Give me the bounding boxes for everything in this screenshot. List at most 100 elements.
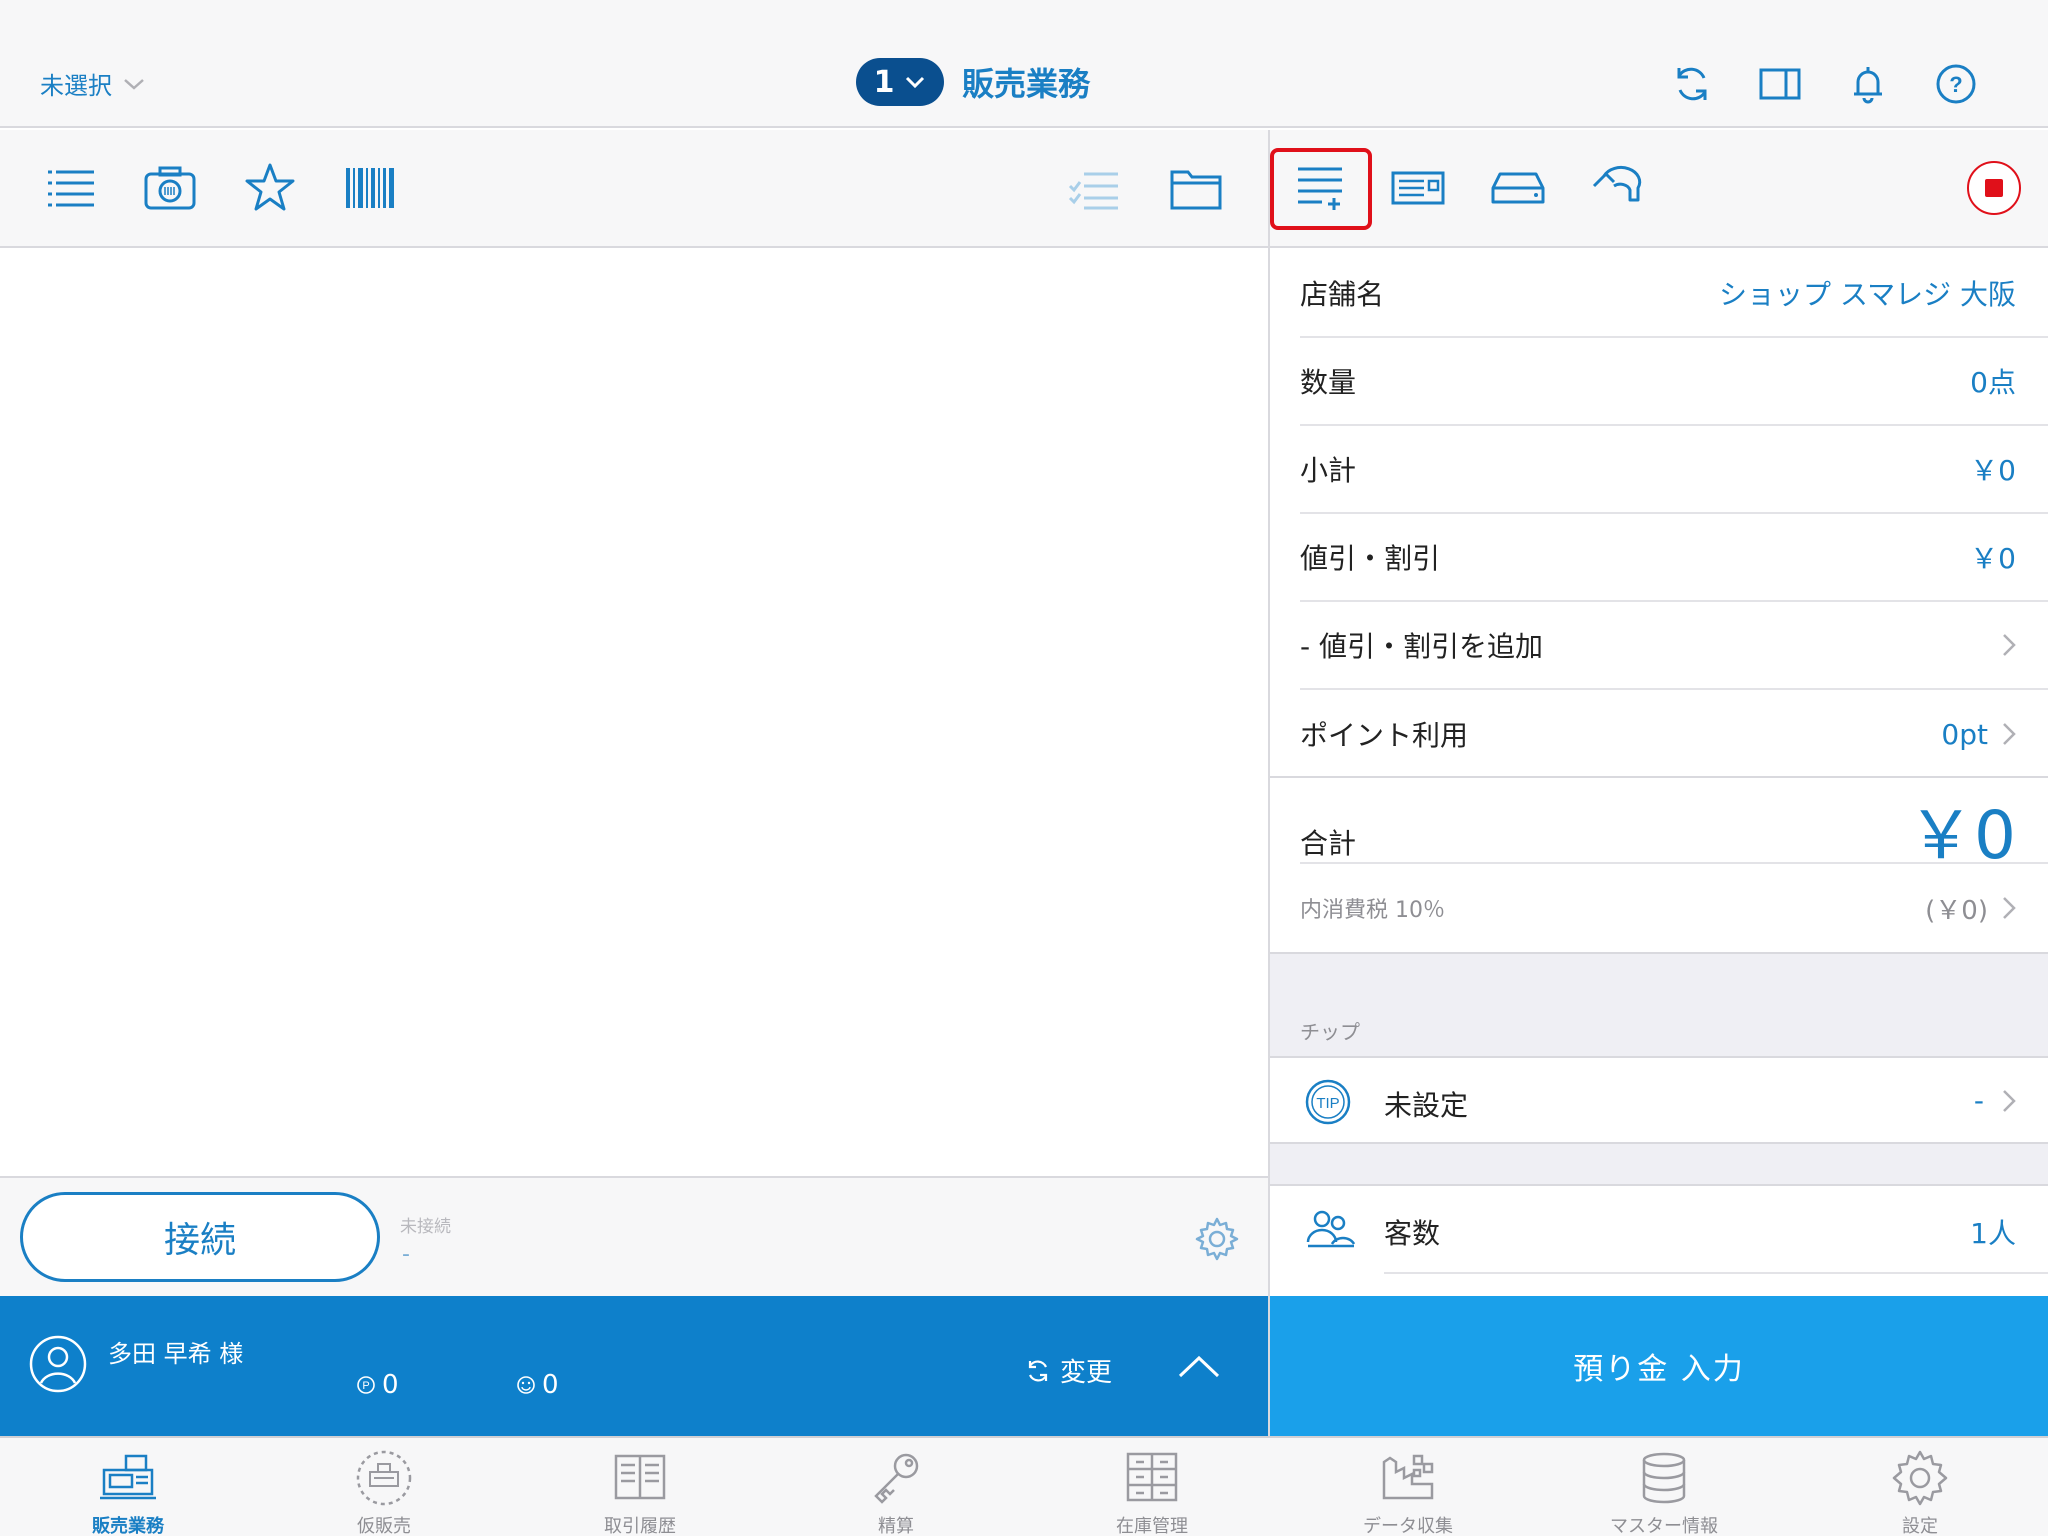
bell-icon[interactable] bbox=[1846, 62, 1890, 106]
barcode-icon[interactable] bbox=[342, 160, 398, 216]
customer-name: 多田 早希 様 bbox=[108, 1340, 244, 1368]
section-gap bbox=[1270, 1144, 2048, 1184]
store-name-row: 店舗名 ショップ スマレジ 大阪 bbox=[1300, 250, 2048, 338]
change-label: 変更 bbox=[1060, 1358, 1113, 1388]
device-connection-bar: 接続 未接続 - bbox=[0, 1176, 1268, 1296]
point-use-amount: 0pt bbox=[1941, 717, 1988, 751]
tip-value: - bbox=[1974, 1084, 2016, 1117]
tab-label: 設定 bbox=[1902, 1516, 1938, 1536]
register-selector[interactable]: 1 bbox=[856, 58, 944, 106]
stop-record-icon[interactable] bbox=[1966, 160, 2022, 216]
refresh-icon bbox=[1028, 1360, 1048, 1381]
change-customer-button[interactable]: 変更 bbox=[1024, 1352, 1112, 1389]
drawer-icon[interactable] bbox=[1490, 160, 1546, 216]
store-name-value: ショップ スマレジ 大阪 bbox=[1719, 278, 2016, 311]
connect-button[interactable]: 接続 bbox=[20, 1192, 380, 1282]
customer-stamps: 0 bbox=[516, 1370, 559, 1400]
customer-bar[interactable]: 多田 早希 様 P 0 0 変更 bbox=[0, 1296, 1268, 1436]
return-icon[interactable] bbox=[1590, 160, 1646, 216]
tip-section-header: チップ bbox=[1270, 952, 2048, 1056]
discount-label: 値引・割引 bbox=[1300, 542, 1441, 575]
tip-label: 未設定 bbox=[1384, 1089, 1469, 1122]
point-use-label: ポイント利用 bbox=[1300, 719, 1469, 752]
quantity-value: 0点 bbox=[1970, 366, 2016, 399]
camera-icon[interactable] bbox=[142, 160, 198, 216]
tab-label: 精算 bbox=[878, 1516, 914, 1536]
stamps-value: 0 bbox=[542, 1370, 559, 1400]
subtotal-row: 小計 ￥0 bbox=[1300, 426, 2048, 514]
discount-value: ￥0 bbox=[1970, 542, 2016, 575]
discount-row: 値引・割引 ￥0 bbox=[1300, 514, 2048, 602]
customer-count-label: 客数 bbox=[1384, 1217, 1441, 1250]
chevron-down-icon bbox=[906, 76, 925, 89]
tip-row[interactable]: TIP 未設定 - bbox=[1270, 1056, 2048, 1144]
receipt-card-icon[interactable] bbox=[1390, 160, 1446, 216]
gear-icon bbox=[1892, 1450, 1948, 1506]
tip-section-label: チップ bbox=[1300, 1020, 1360, 1044]
product-toolbar bbox=[0, 130, 1268, 248]
add-discount-value bbox=[2002, 633, 2016, 657]
tip-icon: TIP bbox=[1305, 1079, 1351, 1125]
tab-label: 仮販売 bbox=[357, 1516, 411, 1536]
star-icon[interactable] bbox=[242, 160, 298, 216]
add-line-icon[interactable] bbox=[1292, 160, 1348, 216]
stamp-icon bbox=[517, 1376, 535, 1394]
tab-temp-sale[interactable]: 仮販売 bbox=[256, 1438, 512, 1536]
total-row: 合計 ￥0 bbox=[1300, 778, 2048, 874]
add-discount-row[interactable]: - 値引・割引を追加 bbox=[1300, 602, 2048, 690]
tab-label: 販売業務 bbox=[92, 1516, 164, 1536]
folder-icon[interactable] bbox=[1168, 160, 1224, 216]
avatar-icon bbox=[29, 1335, 87, 1393]
subtotal-value: ￥0 bbox=[1970, 454, 2016, 487]
register-number: 1 bbox=[873, 64, 895, 100]
points-value: 0 bbox=[382, 1370, 399, 1400]
chevron-down-icon bbox=[124, 78, 144, 90]
customer-count-value: 1人 bbox=[1970, 1217, 2016, 1250]
chevron-up-icon[interactable] bbox=[1176, 1352, 1222, 1382]
tip-amount: - bbox=[1973, 1084, 1984, 1117]
store-name-label: 店舗名 bbox=[1300, 278, 1385, 311]
add-discount-label: - 値引・割引を追加 bbox=[1300, 630, 1544, 663]
point-icon: P bbox=[357, 1376, 375, 1394]
temp-sale-icon bbox=[356, 1450, 412, 1506]
point-use-row[interactable]: ポイント利用 0pt bbox=[1300, 690, 2048, 778]
tab-settlement[interactable]: 精算 bbox=[768, 1438, 1024, 1536]
point-use-value: 0pt bbox=[1941, 718, 2016, 751]
quantity-label: 数量 bbox=[1300, 366, 1357, 399]
tax-row[interactable]: 内消費税 10％ (￥0) bbox=[1300, 864, 2048, 952]
staff-selector-label: 未選択 bbox=[40, 72, 112, 100]
tab-master-info[interactable]: マスター情報 bbox=[1536, 1438, 1792, 1536]
inventory-icon bbox=[1126, 1452, 1178, 1502]
help-icon[interactable]: ? bbox=[1934, 62, 1978, 106]
connection-status-label: 未接続 bbox=[400, 1217, 451, 1237]
tax-amount: (￥0) bbox=[1925, 895, 1988, 926]
chevron-right-icon bbox=[2003, 723, 2016, 745]
row-divider bbox=[1384, 1272, 2048, 1274]
list-icon[interactable] bbox=[42, 160, 98, 216]
sync-icon[interactable] bbox=[1670, 62, 1714, 106]
chevron-right-icon bbox=[2003, 1089, 2016, 1112]
checklist-icon[interactable] bbox=[1066, 160, 1122, 216]
customer-points: P 0 bbox=[356, 1370, 399, 1400]
svg-text:P: P bbox=[362, 1380, 369, 1392]
tab-label: 在庫管理 bbox=[1116, 1516, 1188, 1536]
total-label: 合計 bbox=[1300, 827, 1357, 860]
staff-selector[interactable]: 未選択 bbox=[40, 66, 146, 101]
database-icon bbox=[1642, 1452, 1686, 1504]
gear-icon[interactable] bbox=[1194, 1216, 1240, 1262]
app-header: 未選択 1 販売業務 ? bbox=[0, 0, 2048, 128]
tab-settings[interactable]: 設定 bbox=[1792, 1438, 2048, 1536]
transaction-toolbar bbox=[1270, 130, 2048, 248]
quantity-row: 数量 0点 bbox=[1300, 338, 2048, 426]
deposit-input-button[interactable]: 預り金 入力 bbox=[1270, 1296, 2048, 1436]
history-icon bbox=[614, 1454, 666, 1500]
tab-label: 取引履歴 bbox=[604, 1516, 676, 1536]
tab-sales[interactable]: 販売業務 bbox=[0, 1438, 256, 1536]
tab-label: マスター情報 bbox=[1610, 1516, 1718, 1536]
split-view-icon[interactable] bbox=[1758, 62, 1802, 106]
customer-count-row[interactable]: 客数 1人 bbox=[1270, 1184, 2048, 1274]
tab-inventory[interactable]: 在庫管理 bbox=[1024, 1438, 1280, 1536]
title-group: 1 販売業務 bbox=[856, 58, 1090, 106]
tab-data-collection[interactable]: データ収集 bbox=[1280, 1438, 1536, 1536]
tab-history[interactable]: 取引履歴 bbox=[512, 1438, 768, 1536]
